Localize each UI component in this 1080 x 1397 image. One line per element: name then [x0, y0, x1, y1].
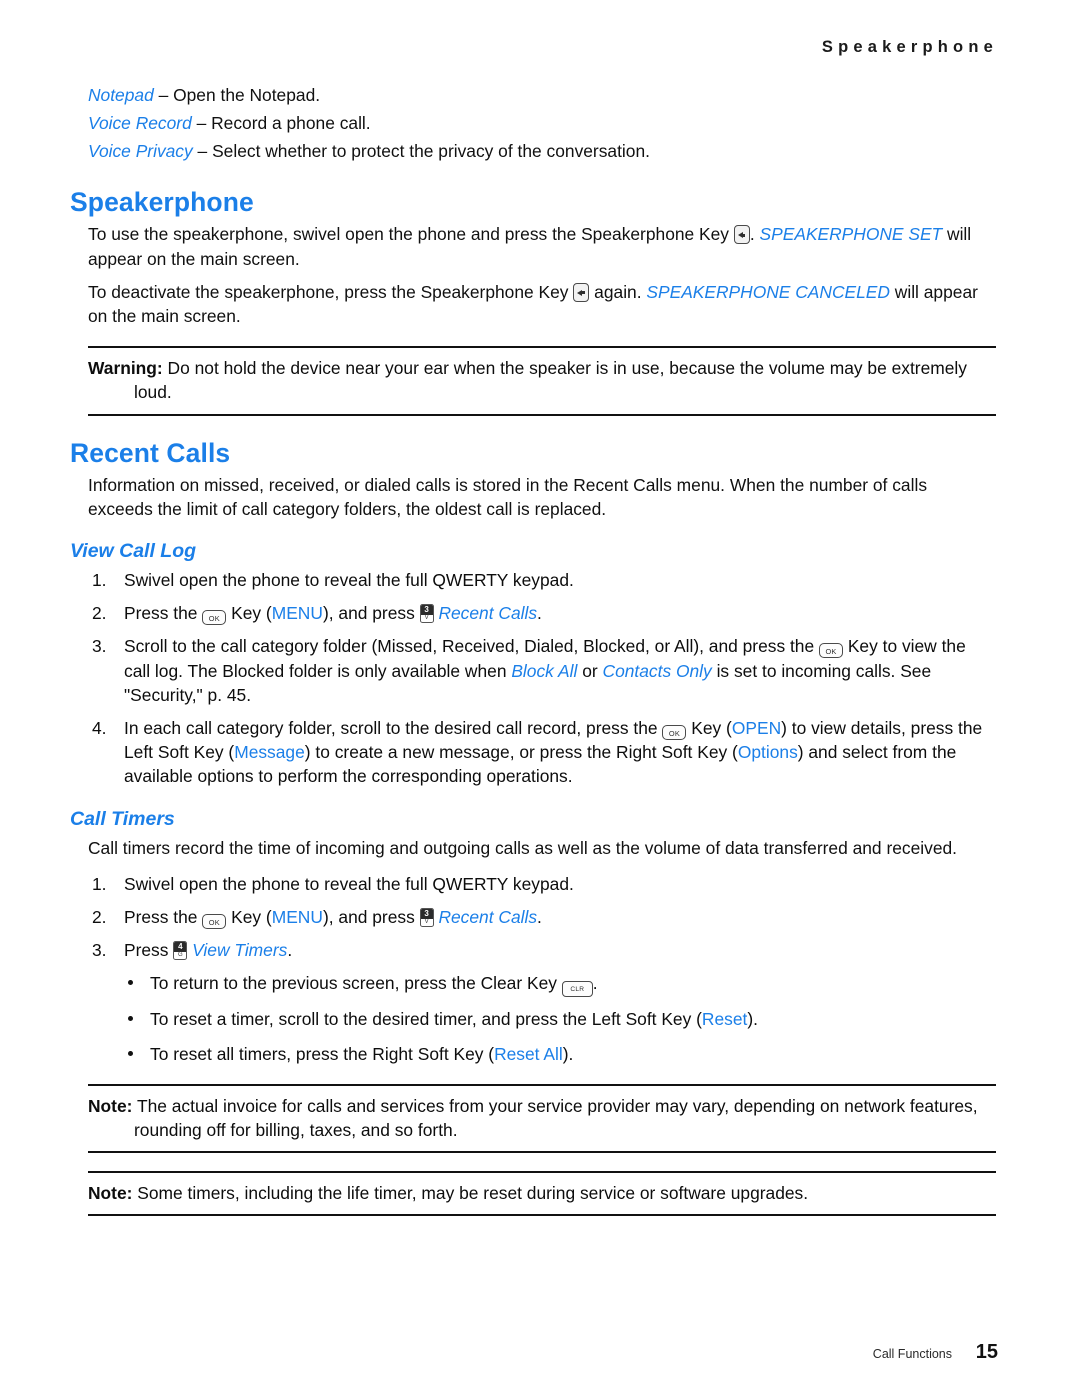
note-label: Note:	[88, 1095, 133, 1116]
block-all-label: Block All	[511, 660, 578, 681]
menu-label: MENU	[271, 603, 323, 624]
note2-rule-bottom	[88, 1214, 996, 1217]
page-content: Notepad – Open the Notepad. Voice Record…	[70, 82, 996, 1224]
step-number: 3.	[92, 636, 107, 657]
recent-calls-menu-link: Recent Calls	[438, 907, 538, 928]
list-item: 3. Press 4G View Timers.	[88, 938, 996, 962]
speakerphone-paragraph-2: To deactivate the speakerphone, press th…	[88, 281, 978, 326]
note1-body: Note: The actual invoice for calls and s…	[88, 1086, 996, 1151]
footer-chapter-name: Call Functions	[872, 1347, 952, 1361]
definition-term: Voice Record	[88, 112, 192, 133]
speakerphone-key-icon	[573, 282, 590, 302]
list-item: 2. Press the OK Key (MENU), and press 3V …	[88, 905, 996, 930]
ok-key-icon: OK	[202, 610, 227, 626]
note2-body: Note: Some timers, including the life ti…	[88, 1173, 996, 1214]
list-item: 1. Swivel open the phone to reveal the fu…	[88, 568, 996, 592]
definition-description: Select whether to protect the privacy of…	[212, 140, 650, 161]
running-header: Speakerphone	[821, 38, 998, 56]
speakerphone-canceled-text: SPEAKERPHONE CANCELED	[646, 281, 890, 302]
contacts-only-label: Contacts Only	[602, 660, 712, 681]
call-timers-intro: Call timers record the time of incoming …	[88, 837, 958, 858]
recent-calls-menu-link: Recent Calls	[438, 603, 538, 624]
recent-calls-intro: Information on missed, received, or dial…	[88, 474, 928, 519]
warning-label: Warning:	[88, 358, 163, 379]
clear-key-icon: CLR	[561, 981, 593, 998]
warning-body: Warning: Do not hold the device near you…	[88, 348, 996, 413]
step-number: 3.	[92, 940, 107, 961]
call-timers-bullets: To return to the previous screen, press …	[88, 971, 996, 1065]
definition-dash-glyph: –	[197, 140, 208, 161]
keypad-key-3v-icon: 3V	[419, 604, 434, 624]
definition-dash-glyph: –	[196, 112, 207, 133]
call-timers-steps: 1. Swivel open the phone to reveal the fu…	[88, 872, 996, 963]
message-label: Message	[234, 742, 305, 763]
section-heading-speakerphone: Speakerphone	[70, 187, 254, 218]
keypad-key-4g-icon: 4G	[173, 941, 188, 961]
intro-definition-list: Notepad – Open the Notepad. Voice Record…	[88, 82, 996, 165]
speakerphone-key-icon	[733, 225, 750, 245]
list-item: 4. In each call category folder, scroll t…	[92, 718, 983, 787]
bullet-dot-icon	[128, 1050, 133, 1056]
definition-description: Record a phone call.	[211, 112, 371, 133]
ok-key-icon: OK	[202, 914, 227, 930]
menu-label: MENU	[271, 907, 323, 928]
step-number: 2.	[92, 603, 107, 624]
list-item: To reset all timers, press the Right Sof…	[88, 1042, 996, 1066]
warning-rule-bottom	[88, 413, 996, 416]
note-text: The actual invoice for calls and service…	[132, 1095, 978, 1141]
definition-term: Voice Privacy	[88, 140, 193, 161]
step-text: Swivel open the phone to reveal the full…	[124, 570, 574, 591]
ok-key-icon: OK	[818, 643, 843, 659]
speakerphone-set-text: SPEAKERPHONE SET	[759, 224, 943, 245]
definition-item: Notepad – Open the Notepad.	[88, 82, 996, 110]
note-box-1: Note: The actual invoice for calls and s…	[88, 1083, 996, 1154]
subheading-call-timers: Call Timers	[70, 807, 175, 830]
keypad-key-3v-icon: 3V	[419, 908, 434, 928]
reset-label: Reset	[701, 1009, 748, 1030]
warning-text: Do not hold the device near your ear whe…	[134, 358, 967, 403]
view-timers-menu-link: View Timers	[192, 940, 288, 961]
list-item: To return to the previous screen, press …	[88, 971, 996, 998]
list-item: To reset a timer, scroll to the desired …	[88, 1007, 996, 1031]
step-number: 2.	[92, 907, 107, 928]
subheading-view-call-log: View Call Log	[70, 540, 197, 563]
list-item: 2. Press the OK Key (MENU), and press 3V …	[88, 601, 996, 626]
note1-rule-bottom	[88, 1151, 996, 1154]
ok-key-icon: OK	[662, 725, 687, 741]
manual-page: Speakerphone Notepad – Open the Notepad.…	[0, 0, 1080, 1397]
list-item: 3. Scroll to the call category folder (Mi…	[92, 636, 966, 705]
list-item: 1. Swivel open the phone to reveal the fu…	[88, 872, 996, 896]
note-box-2: Note: Some timers, including the life ti…	[88, 1171, 996, 1217]
definition-description: Open the Notepad.	[173, 85, 321, 105]
page-footer: Call Functions 15	[873, 1341, 998, 1364]
step-number: 1.	[92, 873, 107, 894]
open-label: OPEN	[731, 718, 782, 739]
note-text: Some timers, including the life timer, m…	[132, 1183, 809, 1204]
bullet-dot-icon	[128, 1016, 133, 1022]
definition-dash-glyph: –	[158, 85, 169, 105]
section-heading-recent-calls: Recent Calls	[70, 437, 231, 468]
bullet-dot-icon	[128, 980, 133, 986]
definition-item: Voice Privacy – Select whether to protec…	[88, 138, 996, 166]
warning-box: Warning: Do not hold the device near you…	[88, 346, 996, 416]
step-text: Swivel open the phone to reveal the full…	[124, 873, 574, 894]
options-label: Options	[737, 742, 798, 763]
note-label: Note:	[88, 1183, 133, 1204]
definition-term: Notepad	[88, 85, 154, 105]
footer-page-number: 15	[975, 1341, 998, 1363]
step-number: 4.	[92, 718, 107, 739]
view-call-log-steps: 1. Swivel open the phone to reveal the fu…	[88, 568, 996, 789]
reset-all-label: Reset All	[494, 1043, 563, 1064]
speakerphone-paragraph-1: To use the speakerphone, swivel open the…	[88, 224, 972, 269]
definition-item: Voice Record – Record a phone call.	[88, 110, 996, 138]
step-number: 1.	[92, 570, 107, 591]
